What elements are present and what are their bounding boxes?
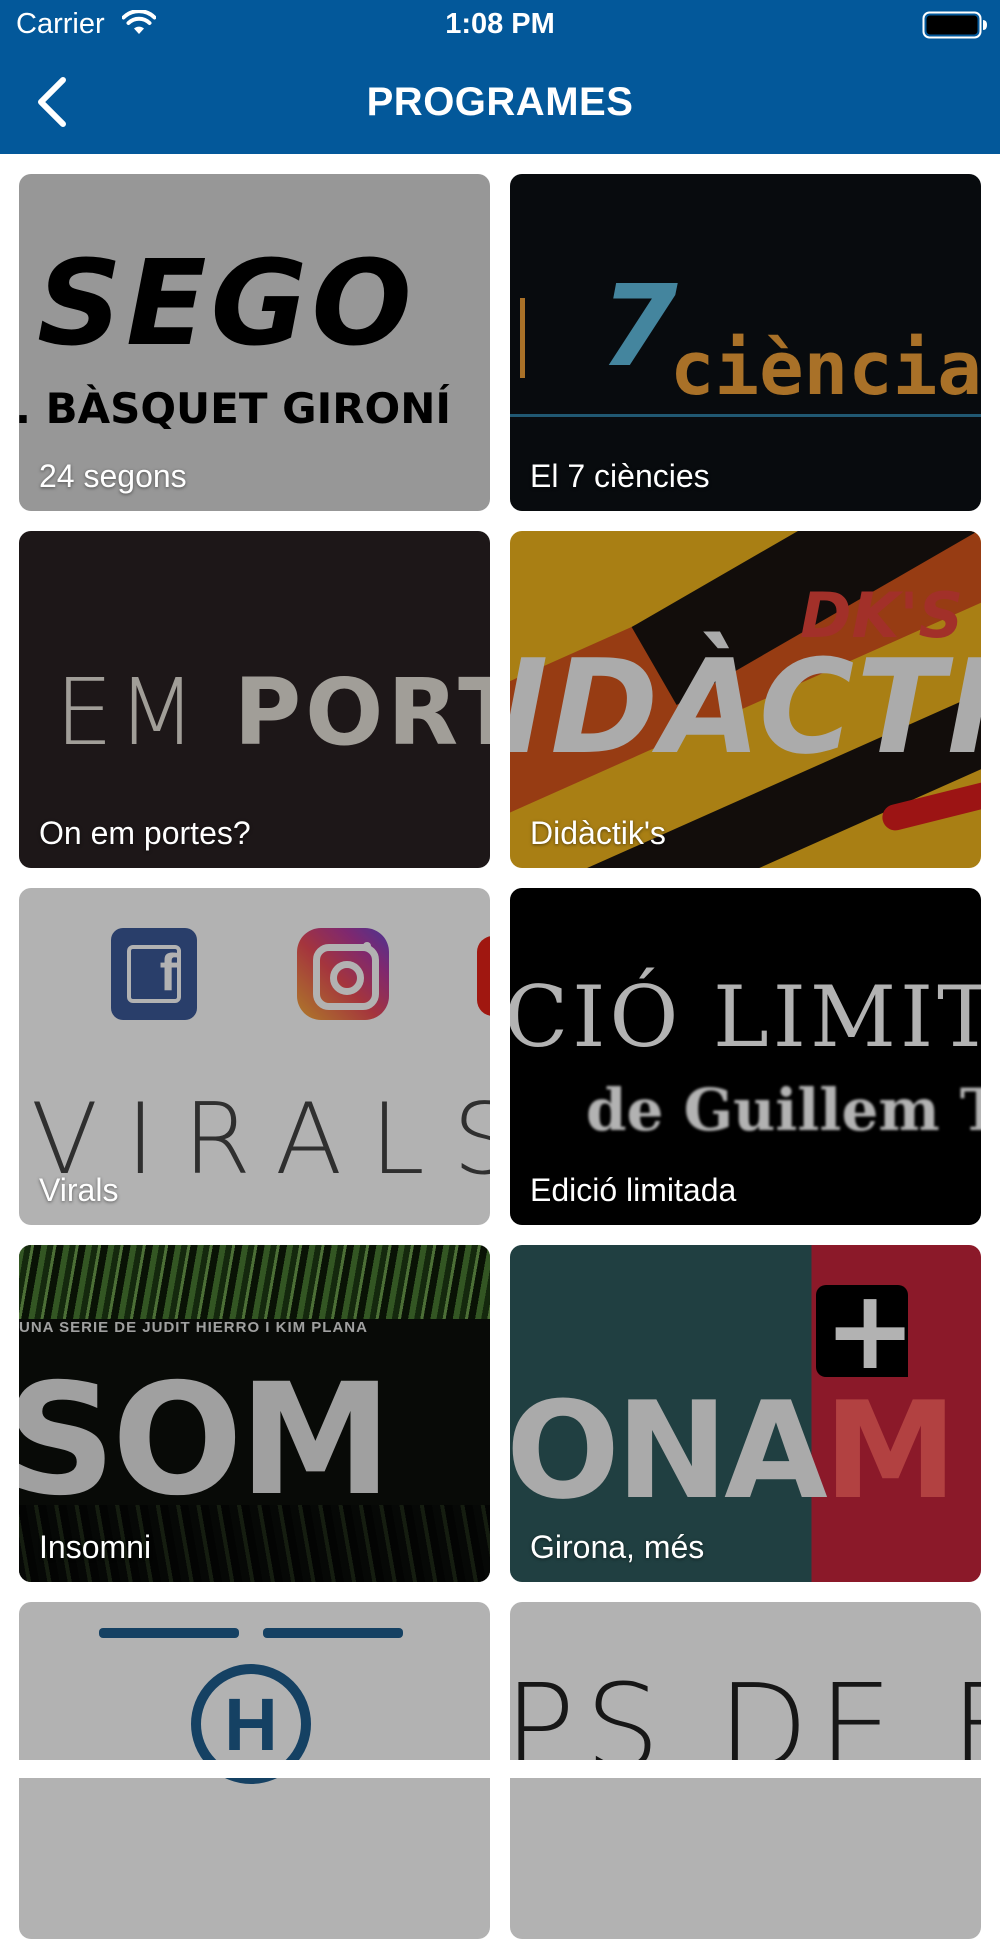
program-card-insomni[interactable]: UNA SERIE DE JUDIT HIERRO I KIM PLANA SO… — [19, 1245, 490, 1582]
program-card-girona-mes[interactable]: + ONAM Girona, més — [510, 1245, 981, 1582]
program-card-24-segons[interactable]: SEGO . BÀSQUET GIRONÍ 24 segons — [19, 174, 490, 511]
app-header: Carrier 1:08 PM PROGRAMES — [0, 0, 1000, 154]
program-title: Didàctik's — [530, 815, 666, 851]
program-title: Girona, més — [530, 1529, 705, 1565]
program-title: Edició limitada — [530, 1172, 737, 1208]
status-bar: Carrier 1:08 PM — [0, 0, 1000, 50]
program-title: Insomni — [39, 1529, 152, 1565]
navigation-bar: PROGRAMES — [0, 58, 1000, 146]
program-title: Virals — [39, 1172, 119, 1208]
program-card-edicio-limitada[interactable]: CIÓ LIMITA de Guillem Te Edició limitada — [510, 888, 981, 1225]
program-card-virals[interactable]: f VIRALS Virals — [19, 888, 490, 1225]
programs-grid: SEGO . BÀSQUET GIRONÍ 24 segons 7 ciènci… — [19, 174, 981, 1939]
program-card-on-em-portes[interactable]: EM PORTE On em portes? — [19, 531, 490, 868]
page-title: PROGRAMES — [366, 80, 634, 124]
bottom-edge — [0, 1760, 1000, 1778]
battery-icon — [922, 11, 987, 39]
program-title: On em portes? — [39, 815, 251, 851]
program-card-el-7-ciencies[interactable]: 7 ciència El 7 ciències — [510, 174, 981, 511]
program-card-didactiks[interactable]: DK'S IDÀCTIK Didàctik's — [510, 531, 981, 868]
program-title: 24 segons — [39, 458, 187, 494]
status-time: 1:08 PM — [445, 8, 555, 40]
program-title: El 7 ciències — [530, 458, 710, 494]
